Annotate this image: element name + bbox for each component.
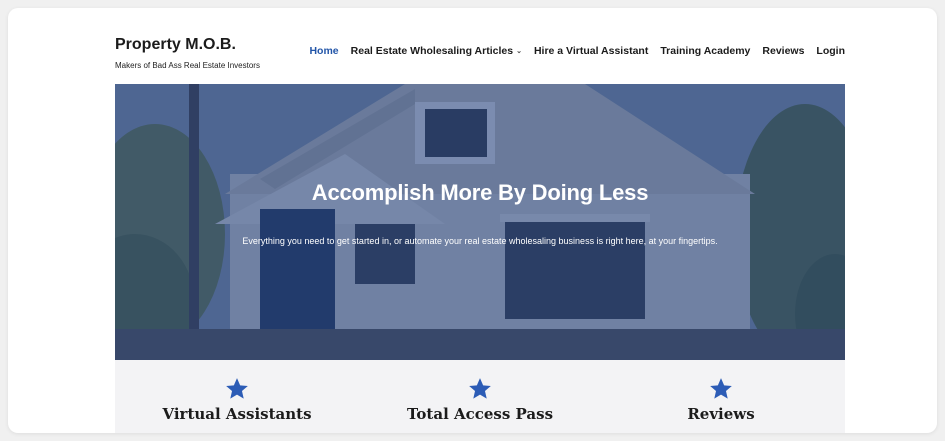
site-tagline: Makers of Bad Ass Real Estate Investors — [115, 61, 260, 70]
nav-item-login[interactable]: Login — [816, 45, 845, 57]
site-title[interactable]: Property M.O.B. — [115, 35, 260, 55]
nav-item-reviews[interactable]: Reviews — [762, 45, 804, 57]
main-navigation: Home Real Estate Wholesaling Articles ⌄ … — [309, 45, 845, 57]
browser-page: Property M.O.B. Makers of Bad Ass Real E… — [8, 8, 937, 433]
nav-item-label: Real Estate Wholesaling Articles — [350, 45, 514, 57]
feature-label[interactable]: Reviews — [621, 405, 821, 423]
nav-item-training-academy[interactable]: Training Academy — [660, 45, 750, 57]
hero-overlay — [115, 84, 845, 360]
nav-item-hire-a-virtual-assistant[interactable]: Hire a Virtual Assistant — [534, 45, 648, 57]
nav-item-label: Login — [816, 45, 845, 57]
features-section: Virtual Assistants Total Access Pass Rev… — [115, 360, 845, 433]
chevron-down-icon[interactable]: ⌄ — [516, 47, 522, 55]
star-icon — [226, 378, 248, 399]
nav-item-label: Home — [309, 45, 339, 57]
hero-subtitle: Everything you need to get started in, o… — [242, 236, 718, 246]
hero-banner: Accomplish More By Doing Less Everything… — [115, 84, 845, 360]
hero-title: Accomplish More By Doing Less — [311, 180, 649, 205]
feature-label[interactable]: Virtual Assistants — [137, 405, 337, 423]
nav-item-label: Hire a Virtual Assistant — [533, 45, 649, 57]
site-branding[interactable]: Property M.O.B. Makers of Bad Ass Real E… — [115, 35, 260, 71]
site-header: Property M.O.B. Makers of Bad Ass Real E… — [8, 8, 937, 84]
feature-label[interactable]: Total Access Pass — [380, 405, 580, 423]
nav-item-home[interactable]: Home — [309, 45, 338, 57]
nav-item-real-estate-wholesaling-articles[interactable]: Real Estate Wholesaling Articles ⌄ — [351, 45, 522, 57]
nav-item-label: Reviews — [762, 45, 805, 57]
star-icon — [710, 378, 732, 399]
star-icon — [469, 378, 491, 399]
nav-item-label: Training Academy — [660, 45, 751, 57]
